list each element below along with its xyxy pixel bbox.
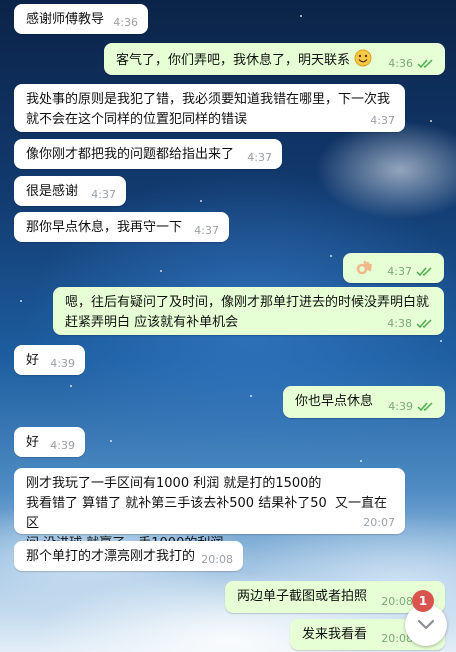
- message-outgoing[interactable]: 4:37: [343, 253, 444, 283]
- message-incoming[interactable]: 我处事的原则是我犯了错，我必须要知道我错在哪里，下一次我 就不会在这个同样的位置…: [14, 84, 405, 132]
- message-text: 你也早点休息: [295, 394, 374, 409]
- message-text: 发来我看看: [302, 627, 368, 642]
- message-incoming[interactable]: 那个单打的才漂亮刚才我打的 20:08: [14, 541, 243, 571]
- message-time: 20:08: [201, 553, 233, 566]
- message-outgoing[interactable]: 你也早点休息 4:39: [283, 386, 445, 418]
- message-incoming[interactable]: 很是感谢 4:37: [14, 176, 126, 206]
- message-time: 4:36: [388, 57, 413, 70]
- message-text: 那你早点休息，我再守一下: [26, 220, 183, 235]
- message-outgoing[interactable]: 嗯，往后有疑问了及时间，像刚才那单打进去的时候没弄明白就 赶紧弄明白 应该就有补…: [53, 287, 444, 335]
- message-text: 我处事的原则是我犯了错，我必须要知道我错在哪里，下一次我 就不会在这个同样的位置…: [26, 92, 391, 127]
- message-text: 刚才我玩了一手区间有1000 利润 就是打的1500的 我看错了 算错了 就补第…: [26, 476, 388, 551]
- message-text: 感谢师傅教导: [26, 12, 105, 27]
- message-incoming[interactable]: 感谢师傅教导 4:36: [14, 4, 148, 34]
- message-time: 4:37: [91, 188, 116, 201]
- message-incoming[interactable]: 好 4:39: [14, 427, 85, 457]
- message-outgoing[interactable]: 客气了，你们弄吧，我休息了，明天联系 4:36: [104, 43, 445, 75]
- message-incoming[interactable]: 好 4:39: [14, 345, 85, 375]
- message-incoming[interactable]: 刚才我玩了一手区间有1000 利润 就是打的1500的 我看错了 算错了 就补第…: [14, 468, 405, 551]
- message-time: 4:39: [50, 439, 75, 452]
- message-time: 4:37: [370, 114, 395, 127]
- read-ticks-icon: [416, 319, 432, 329]
- message-incoming[interactable]: 那你早点休息，我再守一下 4:37: [14, 212, 229, 242]
- message-time: 4:37: [194, 224, 219, 237]
- message-time: 4:38: [387, 317, 412, 330]
- message-text: 像你刚才都把我的问题都给指出来了: [26, 147, 235, 162]
- message-time: 4:37: [387, 265, 412, 278]
- read-ticks-icon: [416, 267, 432, 277]
- message-time: 20:07: [363, 516, 395, 529]
- message-time: 4:39: [50, 357, 75, 370]
- message-time: 4:36: [113, 16, 138, 29]
- ok-hand-emoji-icon: [355, 259, 373, 284]
- message-time: 4:39: [388, 400, 413, 413]
- read-ticks-icon: [417, 402, 433, 412]
- message-text: 客气了，你们弄吧，我休息了，明天联系: [116, 53, 351, 68]
- message-text: 好: [26, 353, 40, 368]
- message-incoming[interactable]: 像你刚才都把我的问题都给指出来了 4:37: [14, 139, 282, 169]
- chevron-down-icon: [417, 619, 435, 630]
- message-text: 很是感谢: [26, 184, 79, 199]
- message-text: 那个单打的才漂亮刚才我打的: [26, 549, 196, 564]
- message-text: 嗯，往后有疑问了及时间，像刚才那单打进去的时候没弄明白就 赶紧弄明白 应该就有补…: [65, 295, 430, 330]
- smile-emoji-icon: [354, 49, 372, 74]
- message-text: 好: [26, 435, 40, 450]
- unread-count-badge: 1: [412, 590, 434, 612]
- message-text: 两边单子截图或者拍照: [237, 589, 368, 604]
- message-time: 20:08: [381, 595, 413, 608]
- read-ticks-icon: [417, 59, 433, 69]
- message-time: 4:37: [247, 151, 272, 164]
